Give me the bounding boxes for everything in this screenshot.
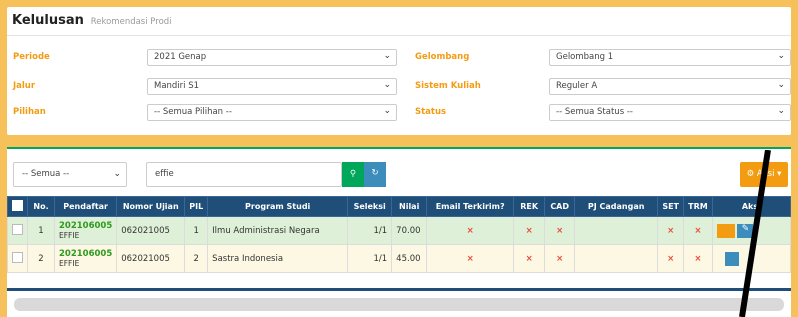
row-number: 1 [27,216,55,245]
table-footer-line [7,288,791,291]
refresh-button[interactable]: ↻ [364,162,386,187]
chevron-down-icon: ⌄ [777,80,785,90]
col-header: REK [513,196,546,217]
filter-row-1: Periode 2021 Genap ⌄ Gelombang Gelombang… [7,49,791,67]
page-header: Kelulusan Rekomendasi Prodi [7,7,791,36]
jalur-label: Jalur [13,81,36,91]
col-header: Nomor Ujian [116,196,186,217]
filter-row-3: Pilihan -- Semua Pilihan -- ⌄ Status -- … [7,104,791,122]
prodi-cell: Ilmu Administrasi Negara [207,216,349,245]
email-status-x-icon: × [426,216,515,245]
table-row[interactable]: 1 202106005 EFFIE 062021005 1 Ilmu Admin… [7,216,792,245]
status-label: Status [415,107,447,117]
table-header-row: No. Pendaftar Nomor Ujian PIL Program St… [7,196,792,217]
col-header: No. [27,196,55,217]
nomor-ujian-cell: 062021005 [116,244,186,273]
chevron-down-icon: ⌄ [777,106,785,116]
row-select-cell[interactable] [7,216,28,245]
results-table: No. Pendaftar Nomor Ujian PIL Program St… [7,196,792,273]
nilai-cell: 45.00 [391,244,428,273]
chevron-down-icon: ⌄ [383,106,391,116]
nilai-cell: 70.00 [391,216,428,245]
refresh-icon: ↻ [371,168,379,178]
pendaftar-id-link[interactable]: 202106005 [59,249,112,259]
set-x-icon: × [657,216,685,245]
row-checkbox[interactable] [12,251,23,263]
pilihan-select[interactable]: -- Semua Pilihan -- ⌄ [147,104,397,121]
col-header: Nilai [391,196,428,217]
select-all-cell[interactable] [7,196,28,217]
cad-x-icon: × [544,216,576,245]
pointer-stroke [739,150,771,317]
pilihan-value: -- Semua Pilihan -- [154,107,232,117]
row-select-cell[interactable] [7,244,28,273]
pilihan-label: Pilihan [13,107,46,117]
page-title: Kelulusan [12,13,84,28]
search-icon: ⚲ [349,169,357,179]
col-header: Program Studi [207,196,349,217]
select-all-checkbox[interactable] [12,200,23,211]
gelombang-select[interactable]: Gelombang 1 ⌄ [549,49,791,66]
row-checkbox[interactable] [12,223,23,235]
email-status-x-icon: × [426,244,515,273]
chevron-down-icon: ⌄ [383,80,391,90]
pendaftar-name: EFFIE [59,259,80,268]
chevron-down-icon: ⌄ [383,51,391,61]
periode-value: 2021 Genap [154,52,207,62]
periode-label: Periode [13,52,50,62]
jalur-value: Mandiri S1 [154,81,200,91]
sistem-kuliah-label: Sistem Kuliah [415,81,481,91]
col-header: Pendaftar [53,196,118,217]
pj-cadangan-cell [574,244,659,273]
row-number: 2 [27,244,55,273]
seleksi-cell: 1/1 [347,244,393,273]
horizontal-scrollbar[interactable] [14,298,784,311]
results-panel: -- Semua -- ⌄ effie ⚲ ↻ ⚙ Aksi ▾ No. Pen… [7,147,792,317]
page-subtitle: Rekomendasi Prodi [90,17,172,27]
sistem-kuliah-value: Reguler A [556,81,598,91]
filter-row-2: Jalur Mandiri S1 ⌄ Sistem Kuliah Reguler… [7,78,791,96]
pj-cadangan-cell [574,216,659,245]
seleksi-cell: 1/1 [347,216,393,245]
col-header: Seleksi [347,196,393,217]
status-select[interactable]: -- Semua Status -- ⌄ [549,104,791,121]
table-row[interactable]: 2 202106005 EFFIE 062021005 2 Sastra Ind… [7,244,792,273]
rek-x-icon: × [513,244,546,273]
search-button[interactable]: ⚲ [342,162,364,187]
col-header: CAD [544,196,576,217]
set-x-icon: × [657,244,685,273]
scope-select[interactable]: -- Semua -- ⌄ [13,162,127,187]
cad-x-icon: × [544,244,576,273]
filter-panel: Kelulusan Rekomendasi Prodi Periode 2021… [7,7,791,135]
status-value: -- Semua Status -- [556,107,633,117]
rek-x-icon: × [513,216,546,245]
col-header: PJ Cadangan [574,196,659,217]
pendaftar-id-link[interactable]: 202106005 [59,221,112,231]
scope-value: -- Semua -- [22,169,70,179]
pendaftar-cell: 202106005 EFFIE [53,216,118,245]
pil-cell: 1 [184,216,209,245]
search-input[interactable]: effie [146,162,342,187]
jalur-select[interactable]: Mandiri S1 ⌄ [147,78,397,95]
nomor-ujian-cell: 062021005 [116,216,186,245]
sistem-kuliah-select[interactable]: Reguler A ⌄ [549,78,791,95]
col-header: Email Terkirim? [426,196,515,217]
col-header: PIL [184,196,209,217]
pil-cell: 2 [184,244,209,273]
chevron-down-icon: ⌄ [777,51,785,61]
chevron-down-icon: ⌄ [113,169,121,179]
gelombang-value: Gelombang 1 [556,52,614,62]
gelombang-label: Gelombang [415,52,470,62]
prodi-cell: Sastra Indonesia [207,244,349,273]
col-header: SET [657,196,685,217]
pendaftar-cell: 202106005 EFFIE [53,244,118,273]
periode-select[interactable]: 2021 Genap ⌄ [147,49,397,66]
pendaftar-name: EFFIE [59,231,80,240]
search-value: effie [155,169,174,179]
pointer-line [739,150,771,317]
